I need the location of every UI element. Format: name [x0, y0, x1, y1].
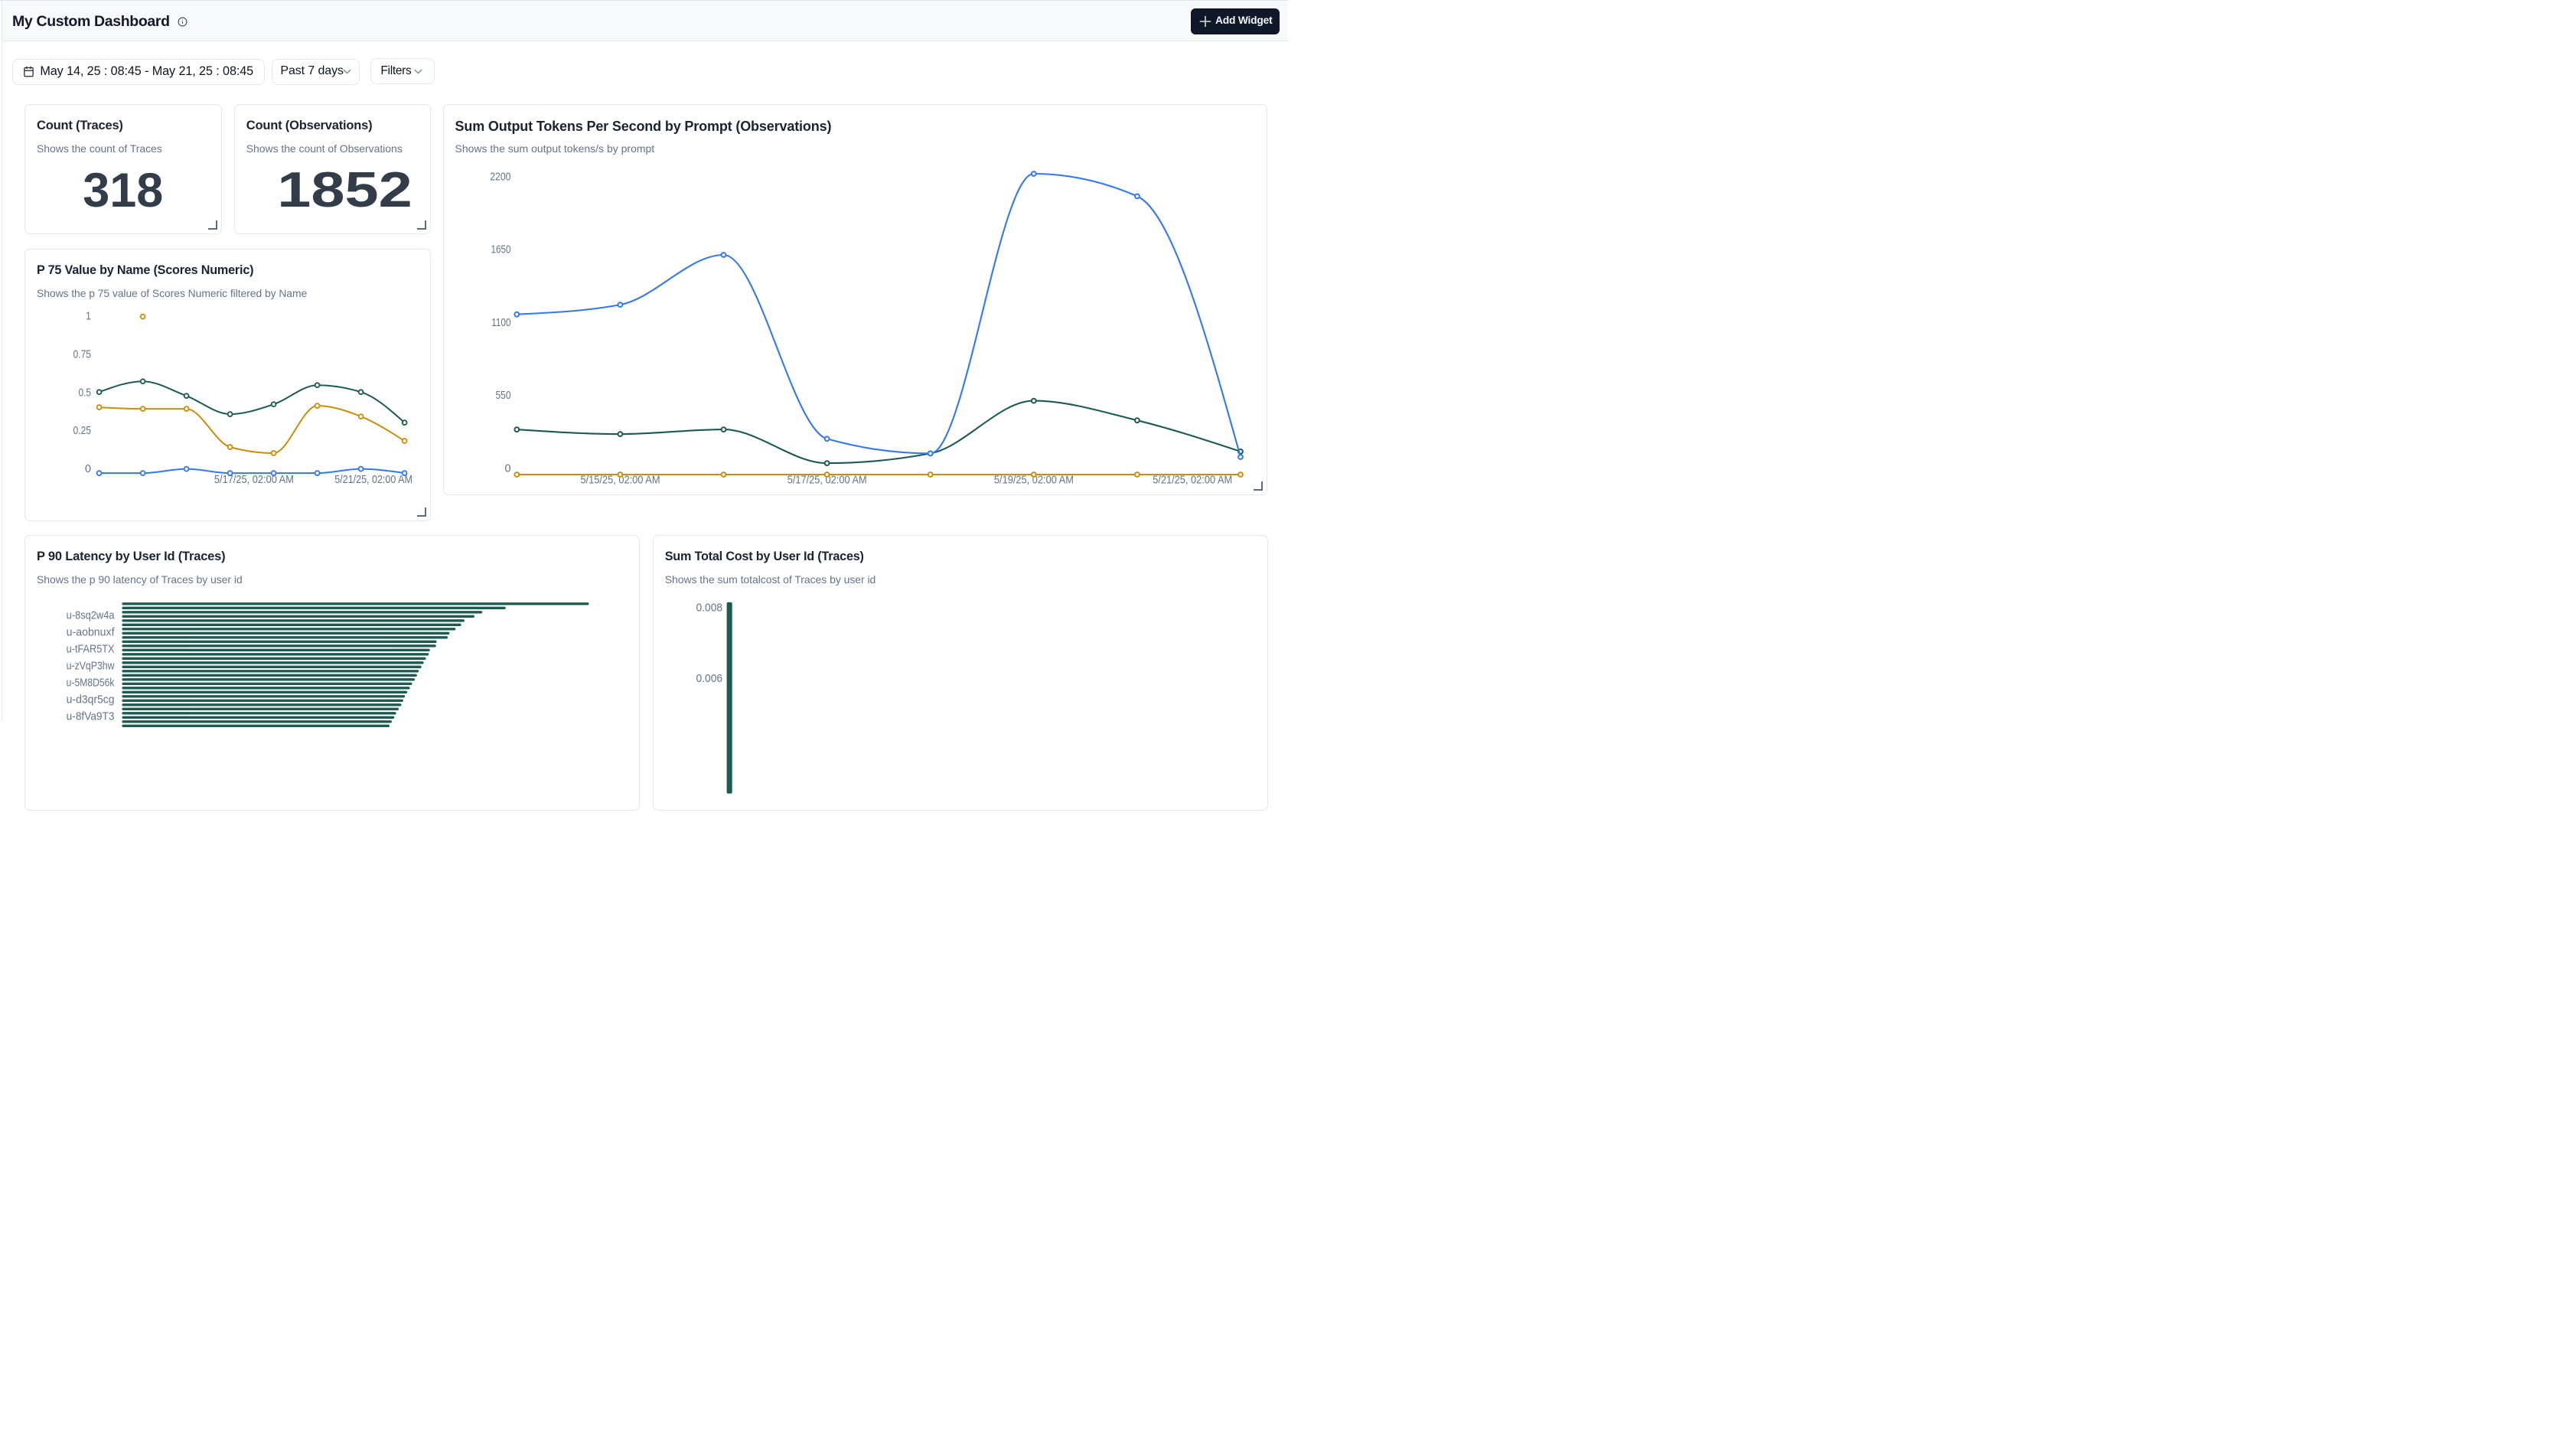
svg-text:5/17/25, 02:00 AM: 5/17/25, 02:00 AM — [214, 473, 294, 486]
svg-text:1100: 1100 — [491, 316, 510, 329]
svg-text:u-tFAR5TX: u-tFAR5TX — [67, 642, 115, 655]
svg-text:0.25: 0.25 — [73, 425, 92, 438]
svg-text:u-8sq2w4a: u-8sq2w4a — [67, 609, 115, 622]
svg-text:0: 0 — [504, 462, 510, 475]
svg-text:u-5M8D56k: u-5M8D56k — [67, 676, 115, 689]
svg-text:2200: 2200 — [490, 170, 510, 183]
svg-text:u-8fVa9T3: u-8fVa9T3 — [67, 710, 115, 723]
svg-text:1: 1 — [86, 310, 91, 323]
svg-text:u-zVqP3hw: u-zVqP3hw — [67, 659, 115, 672]
svg-text:0.5: 0.5 — [79, 387, 92, 400]
svg-text:0.008: 0.008 — [696, 601, 722, 614]
svg-text:1650: 1650 — [491, 243, 510, 256]
svg-text:0.75: 0.75 — [73, 348, 92, 361]
svg-text:550: 550 — [495, 389, 510, 402]
svg-text:u-aobnuxf: u-aobnuxf — [67, 625, 116, 638]
svg-text:0.006: 0.006 — [696, 672, 722, 685]
svg-text:5/21/25, 02:00 AM: 5/21/25, 02:00 AM — [334, 473, 412, 486]
svg-text:u-d3qr5cg: u-d3qr5cg — [67, 693, 115, 706]
svg-text:0: 0 — [85, 462, 91, 475]
